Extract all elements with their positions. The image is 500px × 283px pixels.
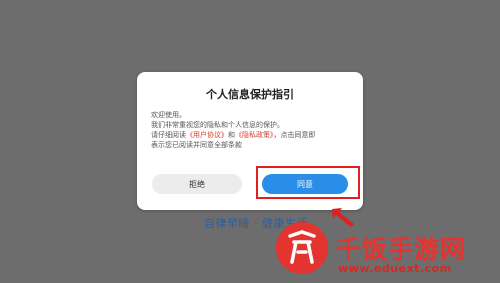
- watermark-url: www.eduext.com: [338, 262, 452, 275]
- reading-instruction: 请仔细阅读《用户协议》和《隐私政策》，点击同意即: [151, 130, 351, 140]
- dialog-title: 个人信息保护指引: [206, 88, 294, 101]
- dialog-body: 欢迎使用。 我们非常重视您的隐私和个人信息的保护。 请仔细阅读《用户协议》和《隐…: [151, 110, 351, 150]
- watermark-logo-icon: [276, 222, 328, 274]
- reading-suffix: ，点击同意即: [273, 131, 316, 139]
- user-agreement-link[interactable]: 《用户协议》: [186, 131, 228, 139]
- privacy-policy-link[interactable]: 《隐私政策》: [235, 131, 274, 139]
- agree-button-highlight: [256, 166, 360, 199]
- watermark-text: 千饭手游网: [336, 235, 467, 264]
- welcome-text: 欢迎使用。: [151, 111, 186, 119]
- decline-button[interactable]: 拒绝: [152, 174, 242, 194]
- pointer-arrow-icon: [332, 208, 354, 227]
- privacy-statement: 我们非常重视您的隐私和个人信息的保护。: [151, 121, 284, 129]
- reading-prefix: 请仔细阅读: [151, 131, 186, 139]
- and-text: 和: [228, 131, 235, 139]
- consent-text: 表示您已阅读并同意全部条款: [151, 141, 242, 149]
